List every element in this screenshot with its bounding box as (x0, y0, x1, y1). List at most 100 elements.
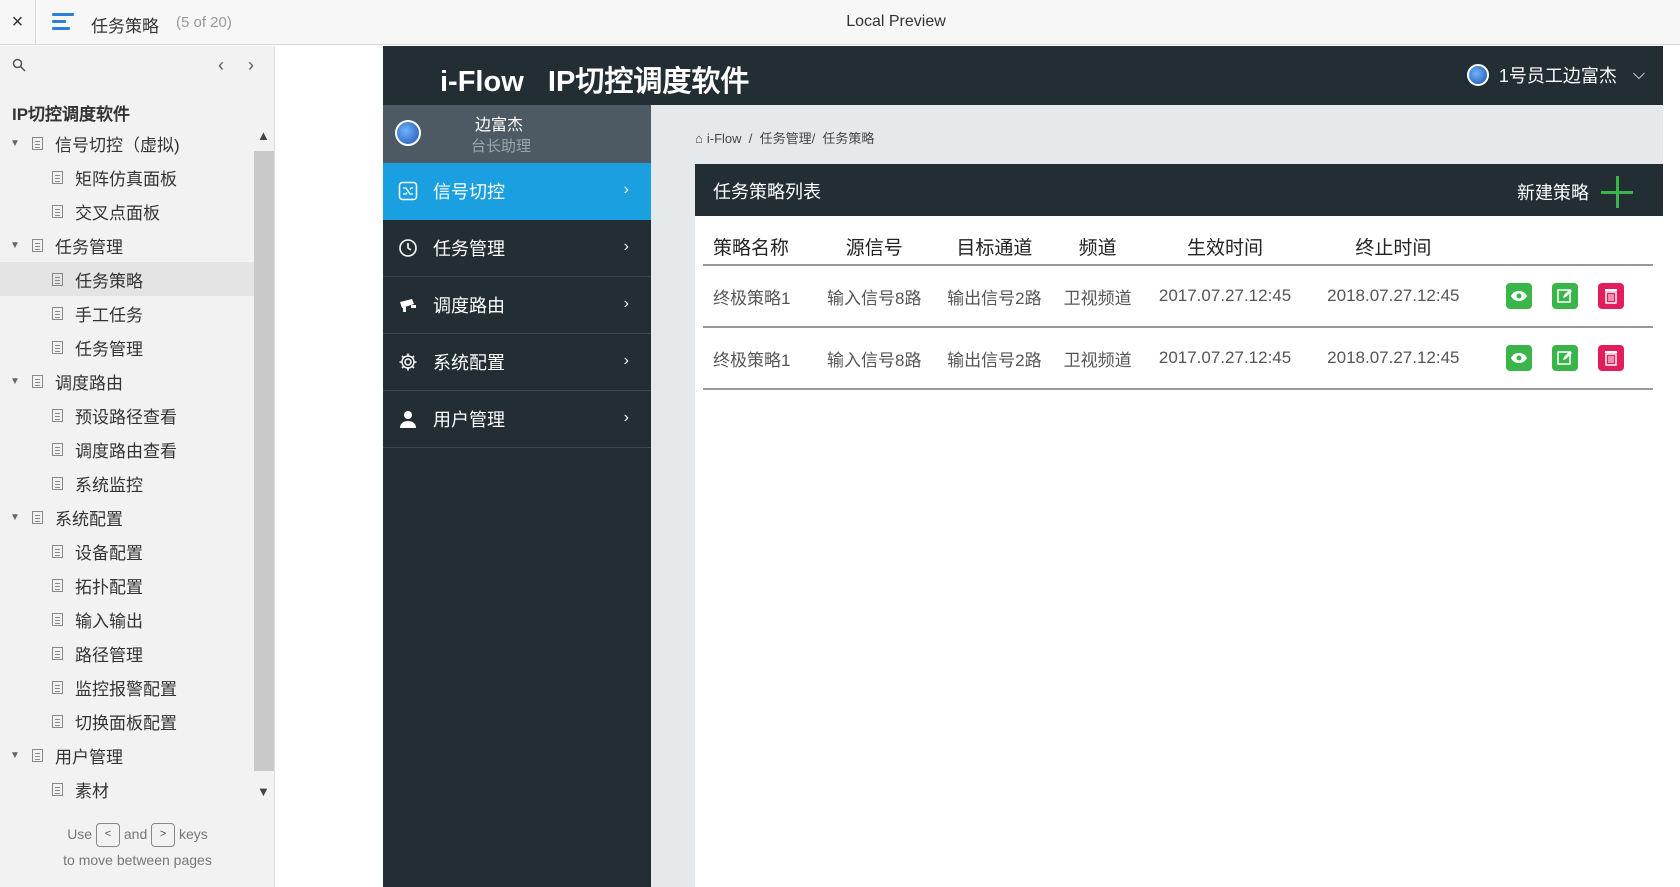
menu-item[interactable]: 系统配置 › (383, 334, 651, 391)
outline-item-label: 用户管理 (55, 747, 123, 767)
strategy-table: 策略名称 源信号 目标通道 频道 生效时间 终止时间 终极策略1 输入信号8路 输出信号2路卫… (703, 228, 1653, 390)
profile-role: 台长助理 (471, 138, 532, 155)
camera-icon (397, 294, 419, 316)
edit-icon (1557, 351, 1573, 365)
search-icon[interactable] (12, 58, 26, 75)
table-cell: 卫视频道 (1054, 265, 1141, 328)
chevron-right-icon: › (623, 238, 629, 255)
outline-item-label: 交叉点面板 (75, 203, 160, 223)
table-row: 终极策略1 输入信号8路 输出信号2路 卫视频道 2017.07.27.12:45 201… (703, 327, 1653, 390)
outline-item-label: 切换面板配置 (75, 713, 177, 733)
outline-item[interactable]: ▼ 系统配置 (0, 500, 254, 534)
column-header: 策略名称 (703, 228, 815, 266)
keyboard-hint: Use < and > keys to move between pages (0, 821, 275, 873)
outline-item[interactable]: ▼ 任务管理 (0, 228, 254, 262)
document-icon (52, 578, 63, 592)
column-header: 源信号 (814, 228, 935, 266)
view-button[interactable] (1506, 283, 1533, 309)
next-page-button[interactable]: › (248, 55, 254, 76)
document-icon (52, 646, 63, 660)
user-avatar-icon (1466, 64, 1489, 86)
outline-sidebar: ‹ › IP切控调度软件 ▼ 信号切控（虚拟) 矩阵仿真面板 交叉点面板 ▼ 任务管理 任务… (0, 46, 275, 887)
table-cell: 2017.07.27.12:45 (1140, 265, 1310, 328)
view-button[interactable] (1506, 345, 1533, 371)
document-icon (32, 510, 43, 524)
scroll-up-icon[interactable]: ▲ (257, 128, 270, 143)
outline-item[interactable]: ▼ 用户管理 (0, 738, 254, 772)
table-cell: 2018.07.27.12:45 (1309, 327, 1478, 390)
strategy-panel: 任务策略列表 新建策略 策略名称 源信号 目标通道 频道 生效时间 终止时间 终极策略1 输… (695, 164, 1663, 887)
document-icon (52, 340, 63, 354)
clock-icon (397, 237, 419, 259)
menu-item-label: 信号切控 (433, 182, 505, 202)
outline-item-label: 手工任务 (75, 305, 143, 325)
outline-item[interactable]: 切换面板配置 (0, 704, 254, 738)
outline-item[interactable]: 素材 (0, 772, 254, 806)
hint-use: Use (67, 826, 93, 842)
outline-item[interactable]: 输入输出 (0, 602, 254, 636)
delete-button[interactable] (1598, 283, 1625, 309)
outline-item[interactable]: 手工任务 (0, 296, 254, 330)
caret-down-icon[interactable]: ▼ (10, 240, 22, 251)
table-cell: 输出信号2路 (934, 327, 1055, 390)
outline-item[interactable]: 拓扑配置 (0, 568, 254, 602)
document-icon (32, 374, 43, 388)
outline-item-label: 输入输出 (75, 611, 143, 631)
chevron-right-icon: › (623, 352, 629, 369)
row-actions (1477, 327, 1653, 390)
outline-item[interactable]: 设备配置 (0, 534, 254, 568)
user-menu[interactable]: 1号员工边富杰 ⌵ (1466, 62, 1645, 88)
new-strategy-button[interactable]: 新建策略 (1517, 176, 1633, 208)
menu-item[interactable]: 用户管理 › (383, 391, 651, 448)
outline-item[interactable]: 监控报警配置 (0, 670, 254, 704)
document-icon (32, 748, 43, 762)
eye-icon (1511, 353, 1528, 363)
menu-item[interactable]: 调度路由 › (383, 277, 651, 334)
outline-item[interactable]: 调度路由查看 (0, 432, 254, 466)
edit-icon (1557, 289, 1573, 303)
previous-page-button[interactable]: ‹ (218, 55, 224, 76)
table-header: 策略名称 源信号 目标通道 频道 生效时间 终止时间 (703, 228, 1653, 266)
profile-name: 边富杰 (475, 117, 524, 134)
outline-item[interactable]: 路径管理 (0, 636, 254, 670)
column-header (1477, 228, 1653, 266)
column-header: 终止时间 (1309, 228, 1478, 266)
home-icon[interactable]: ⌂ (695, 131, 703, 146)
outline-item-label: 监控报警配置 (75, 679, 177, 699)
user-name: 1号员工边富杰 (1498, 66, 1617, 86)
menu-item[interactable]: 信号切控 › (383, 163, 651, 220)
caret-down-icon[interactable]: ▼ (10, 376, 22, 387)
outline-item[interactable]: 交叉点面板 (0, 194, 254, 228)
edit-button[interactable] (1552, 283, 1579, 309)
column-header: 生效时间 (1140, 228, 1310, 266)
outline-item[interactable]: 任务策略 (0, 262, 254, 296)
caret-down-icon[interactable]: ▼ (10, 138, 22, 149)
right-key-icon: > (151, 823, 176, 848)
document-icon (52, 204, 63, 218)
column-header: 频道 (1054, 228, 1141, 266)
menu-item[interactable]: 任务管理 › (383, 220, 651, 277)
outline-item-label: 拓扑配置 (75, 577, 143, 597)
caret-down-icon[interactable]: ▼ (10, 750, 22, 761)
table-cell: 卫视频道 (1054, 327, 1141, 390)
outline-scrollbar[interactable] (254, 151, 274, 771)
document-icon (32, 136, 43, 150)
outline-item[interactable]: 预设路径查看 (0, 398, 254, 432)
outline-item-label: 路径管理 (75, 645, 143, 665)
document-icon (52, 782, 63, 796)
trash-icon (1605, 289, 1618, 304)
caret-down-icon[interactable]: ▼ (10, 512, 22, 523)
outline-item[interactable]: ▼ 调度路由 (0, 364, 254, 398)
document-icon (52, 714, 63, 728)
table-cell: 2017.07.27.12:45 (1140, 327, 1310, 390)
outline-item[interactable]: 矩阵仿真面板 (0, 160, 254, 194)
outline-item[interactable]: ▼ 信号切控（虚拟) (0, 126, 254, 160)
edit-button[interactable] (1552, 345, 1579, 371)
scroll-down-icon[interactable]: ▼ (257, 784, 270, 799)
chevron-down-icon: ⌵ (1632, 66, 1645, 83)
delete-button[interactable] (1598, 345, 1625, 371)
chevron-right-icon: › (623, 295, 629, 312)
outline-item-label: 素材 (75, 781, 109, 801)
outline-item[interactable]: 系统监控 (0, 466, 254, 500)
outline-item[interactable]: 任务管理 (0, 330, 254, 364)
